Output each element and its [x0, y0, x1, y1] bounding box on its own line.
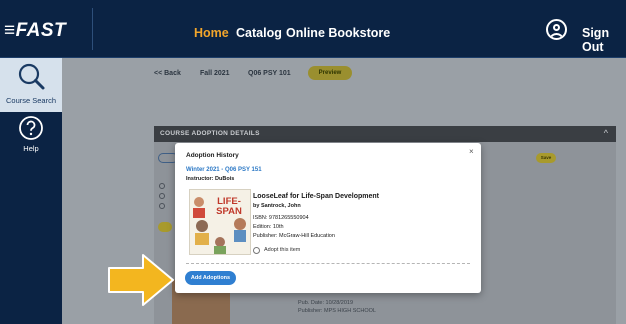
chevron-up-icon[interactable]: ^ — [604, 128, 608, 138]
sign-out-link[interactable]: Sign Out — [582, 26, 626, 54]
modal-title: Adoption History — [186, 152, 239, 159]
book-cover: LIFE-SPAN — [189, 189, 251, 255]
background-pub-date: Pub. Date: 10/28/2019 — [298, 300, 354, 306]
sidebar-label-help: Help — [23, 144, 39, 153]
user-circle-icon[interactable] — [546, 19, 567, 40]
sidebar-item-course-search[interactable]: Course Search — [0, 58, 62, 112]
nav-home[interactable]: Home — [194, 26, 229, 40]
adopt-this-item-radio[interactable] — [253, 247, 260, 254]
book-author: by Santrock, John — [253, 203, 301, 209]
option-radio[interactable] — [159, 183, 165, 189]
option-radio[interactable] — [159, 203, 165, 209]
back-link[interactable]: << Back — [154, 70, 181, 77]
book-cover-title: LIFE-SPAN — [216, 196, 242, 217]
book-edition: Edition: 10th — [253, 224, 284, 230]
nav-online-bookstore[interactable]: Online Bookstore — [286, 26, 390, 40]
sidebar-item-help[interactable]: Help — [0, 112, 62, 160]
modal-instructor: Instructor: DuBois — [186, 176, 235, 182]
nav-catalog[interactable]: Catalog — [236, 26, 282, 40]
background-publisher: Publisher: MPS HIGH SCHOOL — [298, 308, 376, 314]
save-button[interactable]: Save — [536, 153, 556, 163]
modal-divider — [186, 263, 470, 264]
logo-divider — [92, 8, 93, 50]
preview-button[interactable]: Preview — [308, 66, 352, 80]
fast-logo[interactable]: ≡FAST — [4, 20, 66, 42]
adopt-this-item-label[interactable]: Adopt this item — [264, 247, 300, 253]
help-icon — [19, 116, 43, 140]
breadcrumb-course: Q06 PSY 101 — [248, 70, 291, 77]
book-publisher: Publisher: McGraw-Hill Education — [253, 233, 335, 239]
sidebar: Course Search Help — [0, 58, 62, 324]
top-nav-bar: ≡FAST Home Catalog Online Bookstore Sign… — [0, 0, 626, 58]
close-icon[interactable]: × — [469, 147, 474, 156]
pointer-arrow-icon — [108, 254, 174, 306]
option-radio[interactable] — [159, 193, 165, 199]
sidebar-label-course-search: Course Search — [5, 96, 57, 105]
panel-title: COURSE ADOPTION DETAILS — [160, 130, 260, 137]
book-isbn: ISBN: 9781265550904 — [253, 215, 309, 221]
search-icon — [18, 63, 45, 90]
modal-course-link[interactable]: Winter 2021 - Q06 PSY 151 — [186, 167, 262, 173]
adoption-history-modal: × Adoption History Winter 2021 - Q06 PSY… — [175, 143, 481, 293]
breadcrumb-term: Fall 2021 — [200, 70, 230, 77]
add-adoptions-button[interactable]: Add Adoptions — [185, 271, 236, 285]
option-pill[interactable] — [158, 222, 172, 232]
book-title: LooseLeaf for Life-Span Development — [253, 193, 380, 200]
course-adoption-details-header[interactable]: COURSE ADOPTION DETAILS ^ — [154, 126, 616, 142]
